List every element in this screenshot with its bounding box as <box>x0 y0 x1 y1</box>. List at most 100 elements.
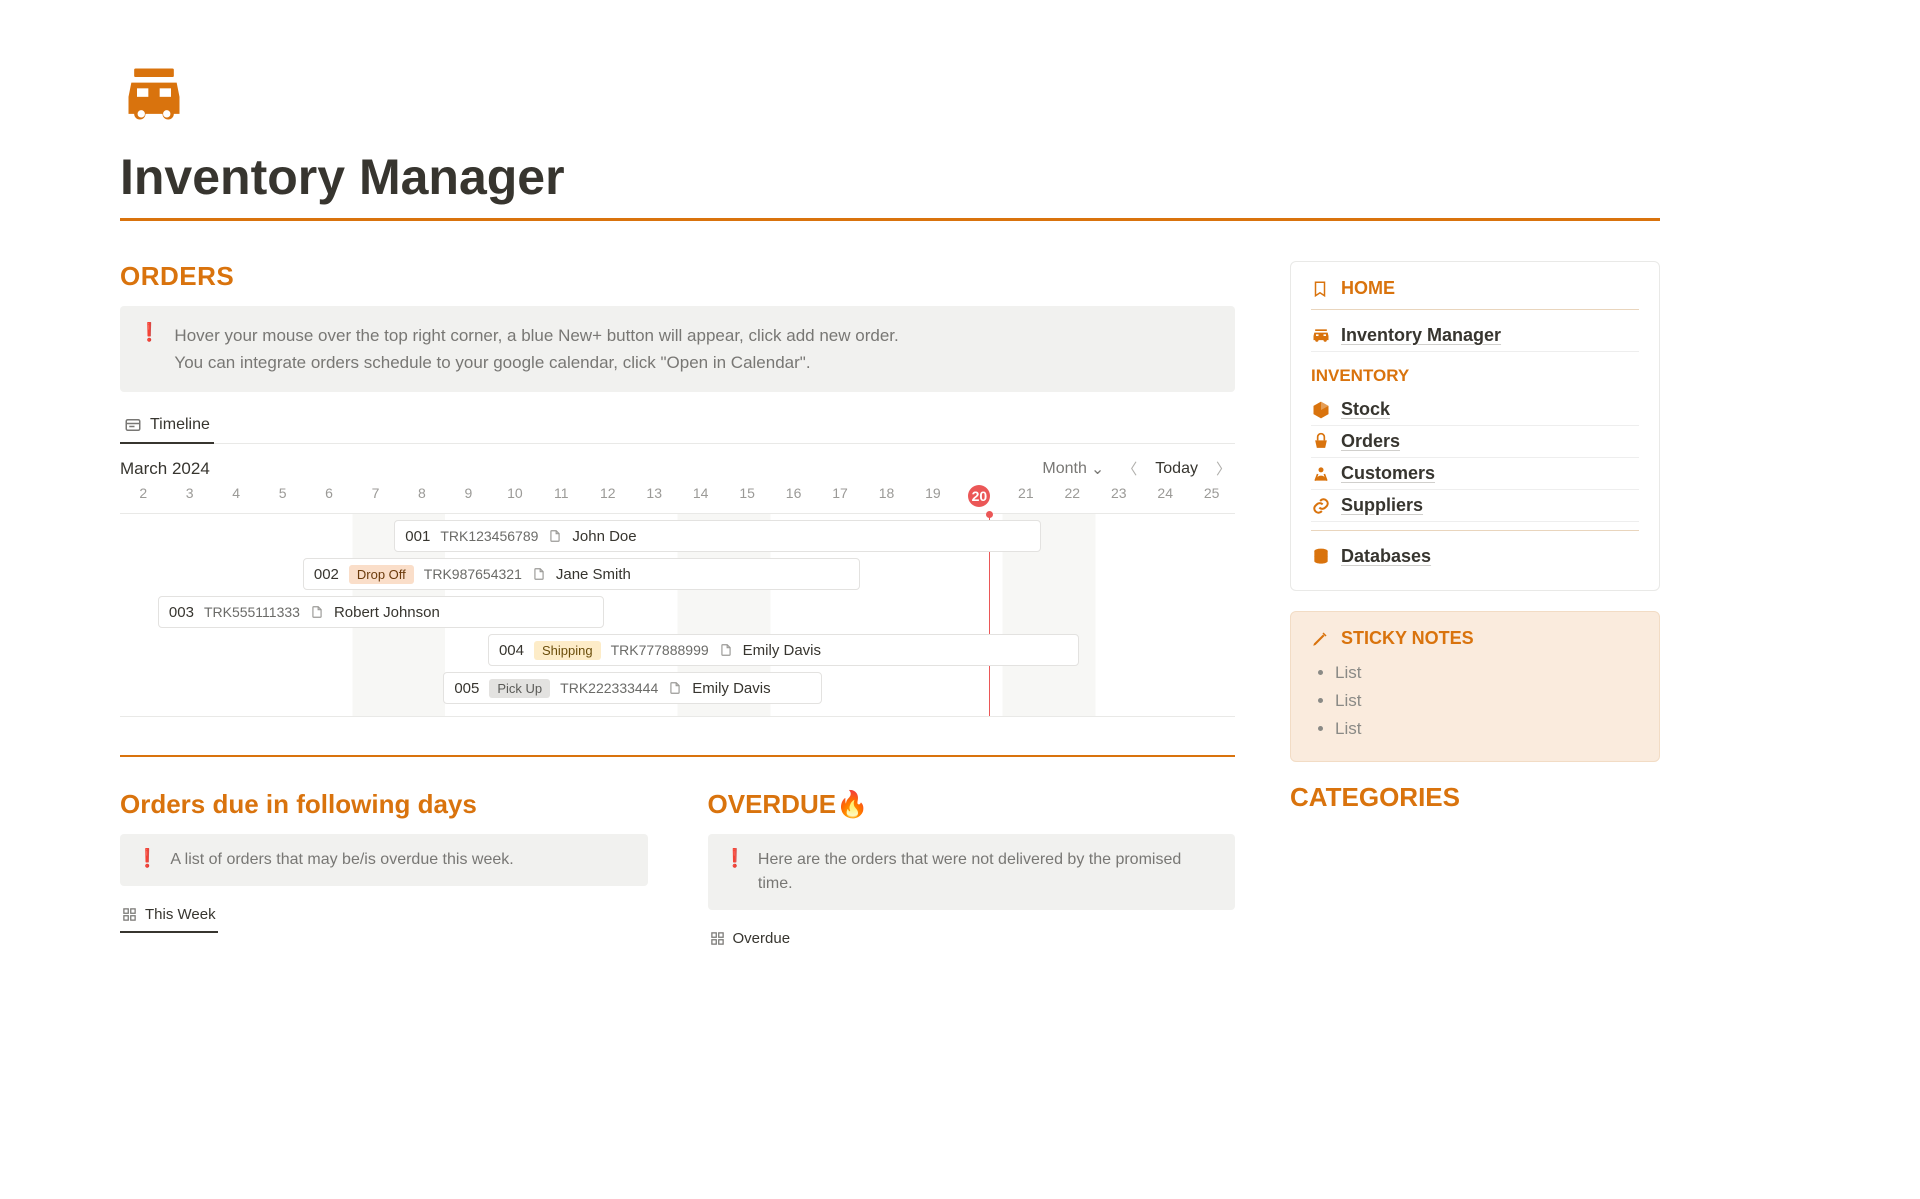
tab-timeline-label: Timeline <box>150 416 210 434</box>
order-customer: John Doe <box>572 528 636 545</box>
timeline-day: 10 <box>492 485 538 507</box>
sidebar-link-label: Databases <box>1341 546 1431 567</box>
timeline-day: 11 <box>538 485 584 507</box>
document-icon <box>668 681 682 695</box>
sidebar-link-label: Orders <box>1341 431 1400 452</box>
sidebar-link-label: Inventory Manager <box>1341 325 1501 346</box>
sidebar-link-label: Stock <box>1341 399 1390 420</box>
gallery-icon <box>122 907 137 922</box>
sidebar-link-label: Customers <box>1341 463 1435 484</box>
timeline-day: 15 <box>724 485 770 507</box>
timeline-day: 7 <box>352 485 398 507</box>
order-id: 003 <box>169 604 194 621</box>
document-icon <box>310 605 324 619</box>
sidebar-item-orders[interactable]: Orders <box>1311 426 1639 458</box>
pen-icon <box>1311 630 1329 648</box>
timeline-day: 17 <box>817 485 863 507</box>
orders-hint-2: You can integrate orders schedule to you… <box>174 349 898 376</box>
timeline-day: 20 <box>956 485 1002 507</box>
timeline-body[interactable]: 001TRK123456789John Doe002Drop OffTRK987… <box>120 513 1235 717</box>
timeline-day: 25 <box>1188 485 1234 507</box>
timeline-day: 9 <box>445 485 491 507</box>
order-tag: Pick Up <box>489 679 550 698</box>
due-heading: Orders due in following days <box>120 789 648 820</box>
order-tracking: TRK987654321 <box>424 566 522 582</box>
timeline-next[interactable]: 〉 <box>1212 458 1235 479</box>
timeline-day: 6 <box>306 485 352 507</box>
sidebar-item-customers[interactable]: Customers <box>1311 458 1639 490</box>
order-card[interactable]: 001 TRK123456789 John Doe <box>394 520 1041 552</box>
timeline-today-button[interactable]: Today <box>1155 460 1198 478</box>
timeline-day: 24 <box>1142 485 1188 507</box>
person-icon <box>1311 464 1331 484</box>
database-icon <box>1311 547 1331 567</box>
sidebar-item-inventory-manager[interactable]: Inventory Manager <box>1311 320 1639 352</box>
order-customer: Emily Davis <box>692 680 770 697</box>
timeline-month: March 2024 <box>120 459 210 479</box>
timeline-day: 13 <box>631 485 677 507</box>
list-item[interactable]: List <box>1335 659 1639 687</box>
orders-hint-1: Hover your mouse over the top right corn… <box>174 322 898 349</box>
due-callout: ❗ A list of orders that may be/is overdu… <box>120 834 648 886</box>
page-icon <box>120 60 1660 128</box>
sidebar-link-label: Suppliers <box>1341 495 1423 516</box>
timeline-day-row: 2345678910111213141516171819202122232425 <box>120 485 1235 513</box>
timeline-day: 14 <box>677 485 723 507</box>
document-icon <box>719 643 733 657</box>
timeline-day: 12 <box>585 485 631 507</box>
sidebar-nav-card: HOME Inventory Manager INVENTORY Stock O… <box>1290 261 1660 591</box>
gallery-icon <box>710 931 725 946</box>
tab-this-week-label: This Week <box>145 906 216 923</box>
order-tag: Drop Off <box>349 565 414 584</box>
timeline-icon <box>124 416 142 434</box>
order-card[interactable]: 002Drop OffTRK987654321Jane Smith <box>303 558 861 590</box>
sidebar-item-databases[interactable]: Databases <box>1311 541 1639 572</box>
order-card[interactable]: 004ShippingTRK777888999Emily Davis <box>488 634 1079 666</box>
exclaim-icon: ❗ <box>136 848 158 872</box>
inventory-header: INVENTORY <box>1311 366 1639 386</box>
sidebar-item-suppliers[interactable]: Suppliers <box>1311 490 1639 522</box>
order-tag: Shipping <box>534 641 601 660</box>
list-item[interactable]: List <box>1335 715 1639 743</box>
timeline-day: 21 <box>1003 485 1049 507</box>
order-id: 005 <box>454 680 479 697</box>
order-customer: Jane Smith <box>556 566 631 583</box>
truck-icon <box>1311 326 1331 346</box>
timeline-day: 23 <box>1096 485 1142 507</box>
overdue-heading: OVERDUE🔥 <box>708 789 1236 820</box>
tab-this-week[interactable]: This Week <box>120 902 218 933</box>
sticky-notes-list: List List List <box>1311 659 1639 743</box>
home-header: HOME <box>1341 278 1395 299</box>
timeline-prev[interactable]: 〈 <box>1118 458 1141 479</box>
exclaim-icon: ❗ <box>724 848 746 896</box>
overdue-hint: Here are the orders that were not delive… <box>758 848 1219 896</box>
order-id: 001 <box>405 528 430 545</box>
order-tracking: TRK777888999 <box>611 642 709 658</box>
tab-timeline[interactable]: Timeline <box>120 410 214 444</box>
timeline-scale-select[interactable]: Month ⌄ <box>1042 459 1104 479</box>
chevron-down-icon: ⌄ <box>1091 459 1104 479</box>
sticky-notes-header: STICKY NOTES <box>1341 628 1474 649</box>
order-card[interactable]: 005Pick UpTRK222333444Emily Davis <box>443 672 822 704</box>
list-item[interactable]: List <box>1335 687 1639 715</box>
exclaim-icon: ❗ <box>138 322 160 376</box>
order-tracking: TRK555111333 <box>204 604 300 620</box>
box-icon <box>1311 400 1331 420</box>
timeline-day: 18 <box>863 485 909 507</box>
order-tracking: TRK123456789 <box>440 528 538 544</box>
order-card[interactable]: 003 TRK555111333 Robert Johnson <box>158 596 604 628</box>
page-title: Inventory Manager <box>120 148 1660 206</box>
due-hint: A list of orders that may be/is overdue … <box>170 848 513 872</box>
tab-overdue[interactable]: Overdue <box>708 926 793 955</box>
order-id: 004 <box>499 642 524 659</box>
link-icon <box>1311 496 1331 516</box>
timeline-scale-label: Month <box>1042 460 1086 478</box>
order-customer: Robert Johnson <box>334 604 440 621</box>
timeline-day: 2 <box>120 485 166 507</box>
timeline-day: 5 <box>259 485 305 507</box>
sidebar-item-stock[interactable]: Stock <box>1311 394 1639 426</box>
bookmark-icon <box>1311 280 1329 298</box>
tab-overdue-label: Overdue <box>733 930 791 947</box>
overdue-callout: ❗ Here are the orders that were not deli… <box>708 834 1236 910</box>
document-icon <box>532 567 546 581</box>
